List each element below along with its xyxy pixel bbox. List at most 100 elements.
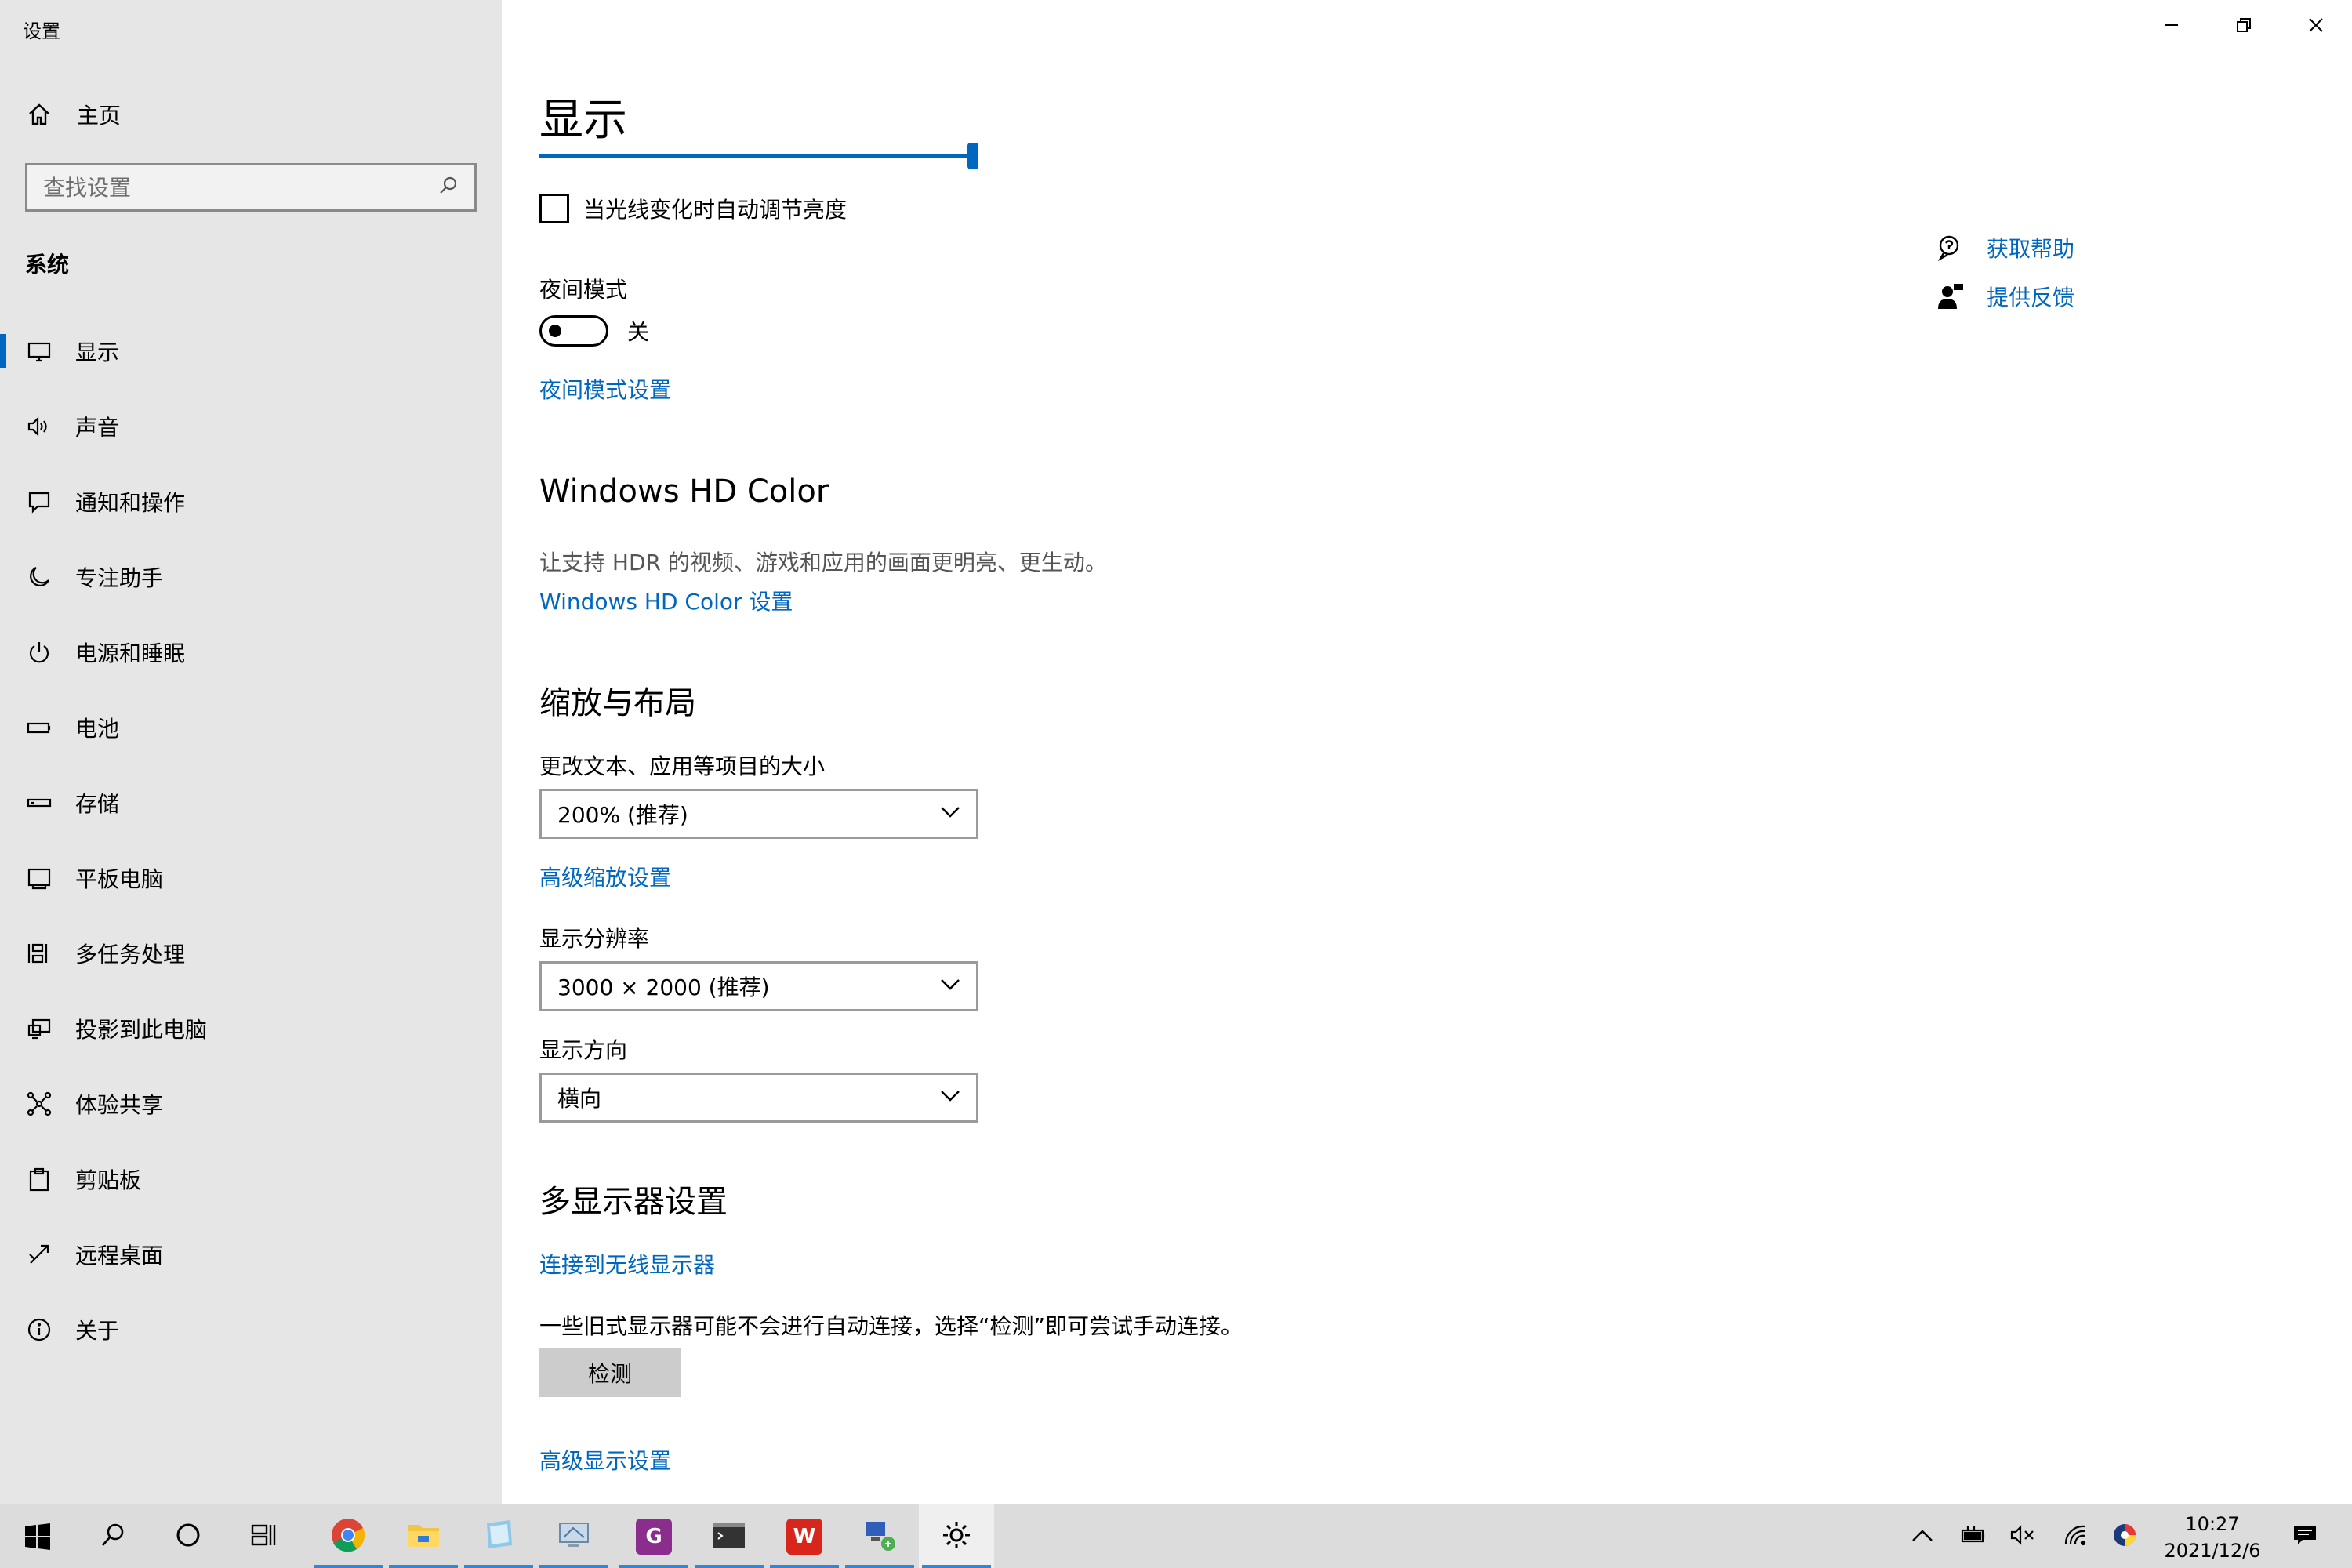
slider-thumb[interactable] — [967, 143, 978, 169]
brightness-slider[interactable] — [539, 143, 978, 180]
close-button[interactable] — [2280, 0, 2352, 50]
taskbar: G W 10:27 2021/12/6 — [0, 1504, 2352, 1568]
hdr-settings-link[interactable]: Windows HD Color 设置 — [539, 585, 793, 616]
wireless-display-link[interactable]: 连接到无线显示器 — [539, 1248, 715, 1279]
sidebar-item-label: 关于 — [75, 1318, 120, 1344]
volume-muted-icon — [2009, 1523, 2036, 1550]
sidebar: 设置 主页 系统 显示 声音 通知和操作 — [0, 0, 502, 1504]
chevron-down-icon — [940, 978, 960, 994]
sidebar-item-display[interactable]: 显示 — [0, 314, 502, 389]
night-mode-settings-link[interactable]: 夜间模式设置 — [539, 373, 671, 405]
taskbar-search-button[interactable] — [75, 1504, 151, 1568]
auto-brightness-row[interactable]: 当光线变化时自动调节亮度 — [539, 193, 847, 224]
night-mode-toggle[interactable] — [539, 315, 608, 347]
night-mode-label: 夜间模式 — [539, 277, 628, 303]
search-box[interactable] — [25, 163, 477, 212]
taskbar-app-pdf[interactable]: G — [616, 1504, 691, 1568]
search-input[interactable] — [43, 174, 438, 201]
get-help-link[interactable]: 获取帮助 — [1987, 232, 2074, 263]
taskbar-app-notes[interactable] — [461, 1504, 536, 1568]
tray-wifi-button[interactable] — [2057, 1504, 2095, 1568]
taskbar-app-network[interactable] — [842, 1504, 917, 1568]
taskbar-app-file-explorer[interactable] — [386, 1504, 461, 1568]
settings-window: 设置 主页 系统 显示 声音 通知和操作 — [0, 0, 2352, 1504]
minimize-button[interactable] — [2136, 0, 2208, 50]
action-center-button[interactable] — [2283, 1504, 2327, 1568]
start-button[interactable] — [0, 1504, 75, 1568]
show-hidden-icons-button[interactable] — [1905, 1504, 1940, 1568]
page-title: 显示 — [539, 95, 627, 146]
multi-display-heading: 多显示器设置 — [539, 1184, 728, 1220]
sidebar-item-project[interactable]: 投影到此电脑 — [0, 991, 502, 1066]
power-icon — [25, 638, 53, 666]
sidebar-item-label: 电源和睡眠 — [75, 641, 186, 666]
battery-icon — [25, 713, 53, 742]
circle-icon — [175, 1522, 201, 1552]
task-view-button[interactable] — [226, 1504, 301, 1568]
sidebar-item-power-sleep[interactable]: 电源和睡眠 — [0, 615, 502, 690]
tablet-icon — [25, 864, 53, 892]
message-icon — [25, 488, 53, 516]
scale-dropdown-value: 200% (推荐) — [557, 802, 688, 828]
sidebar-item-multitasking[interactable]: 多任务处理 — [0, 916, 502, 991]
search-icon[interactable] — [438, 176, 459, 199]
tray-battery-button[interactable] — [1955, 1504, 1993, 1568]
sidebar-item-label: 显示 — [75, 339, 120, 365]
sidebar-item-tablet[interactable]: 平板电脑 — [0, 840, 502, 916]
sidebar-item-label: 专注助手 — [75, 565, 164, 591]
tray-app-button[interactable] — [2106, 1504, 2143, 1568]
taskbar-app-remote[interactable] — [536, 1504, 612, 1568]
share-icon — [25, 1090, 53, 1118]
sidebar-item-focus-assist[interactable]: 专注助手 — [0, 539, 502, 615]
advanced-scaling-link[interactable]: 高级缩放设置 — [539, 861, 671, 892]
taskbar-app-settings[interactable] — [919, 1504, 994, 1568]
auto-brightness-checkbox[interactable] — [539, 194, 569, 223]
cortana-button[interactable] — [151, 1504, 226, 1568]
resolution-dropdown[interactable]: 3000 × 2000 (推荐) — [539, 961, 978, 1011]
chevron-up-icon — [1911, 1528, 1933, 1545]
folder-icon — [405, 1517, 441, 1556]
sidebar-item-storage[interactable]: 存储 — [0, 765, 502, 840]
sidebar-item-about[interactable]: 关于 — [0, 1292, 502, 1367]
sidebar-item-label: 通知和操作 — [75, 490, 186, 516]
sidebar-item-label: 存储 — [75, 791, 120, 817]
scale-heading: 缩放与布局 — [539, 685, 696, 721]
scale-dropdown[interactable]: 200% (推荐) — [539, 789, 978, 839]
taskbar-app-wps[interactable]: W — [767, 1504, 842, 1568]
restore-button[interactable] — [2208, 0, 2280, 50]
network-computer-icon — [862, 1517, 898, 1556]
sidebar-item-clipboard[interactable]: 剪贴板 — [0, 1142, 502, 1217]
clock-time: 10:27 — [2185, 1513, 2240, 1535]
resolution-dropdown-value: 3000 × 2000 (推荐) — [557, 975, 770, 1000]
storage-icon — [25, 789, 53, 817]
slider-track[interactable] — [539, 154, 971, 158]
detect-button[interactable]: 检测 — [539, 1348, 681, 1397]
taskbar-app-terminal[interactable] — [691, 1504, 767, 1568]
sidebar-item-battery[interactable]: 电池 — [0, 690, 502, 765]
notification-icon — [2292, 1523, 2318, 1551]
taskbar-clock[interactable]: 10:27 2021/12/6 — [2158, 1511, 2267, 1564]
taskbar-app-chrome[interactable] — [310, 1504, 386, 1568]
clipboard-icon — [25, 1165, 53, 1193]
battery-plug-icon — [1960, 1523, 1988, 1550]
remote-icon — [25, 1240, 53, 1269]
feedback-link[interactable]: 提供反馈 — [1987, 281, 2074, 312]
multitask-icon — [25, 939, 53, 967]
sidebar-item-remote-desktop[interactable]: 远程桌面 — [0, 1217, 502, 1292]
sidebar-item-notifications[interactable]: 通知和操作 — [0, 464, 502, 539]
auto-brightness-label: 当光线变化时自动调节亮度 — [583, 197, 848, 223]
toggle-knob — [549, 325, 561, 337]
feedback-row[interactable]: 提供反馈 — [1935, 281, 2074, 312]
wifi-icon — [2063, 1523, 2089, 1550]
sidebar-item-sound[interactable]: 声音 — [0, 389, 502, 464]
advanced-display-link[interactable]: 高级显示设置 — [539, 1444, 671, 1475]
tray-volume-button[interactable] — [2004, 1504, 2042, 1568]
sidebar-home[interactable]: 主页 — [25, 99, 121, 130]
sidebar-item-shared-experiences[interactable]: 体验共享 — [0, 1066, 502, 1142]
orientation-dropdown[interactable]: 横向 — [539, 1073, 978, 1123]
chevron-down-icon — [940, 1090, 960, 1105]
sidebar-item-label: 剪贴板 — [75, 1167, 142, 1193]
speaker-icon — [25, 412, 53, 441]
project-icon — [25, 1014, 53, 1043]
get-help-row[interactable]: 获取帮助 — [1935, 232, 2074, 263]
